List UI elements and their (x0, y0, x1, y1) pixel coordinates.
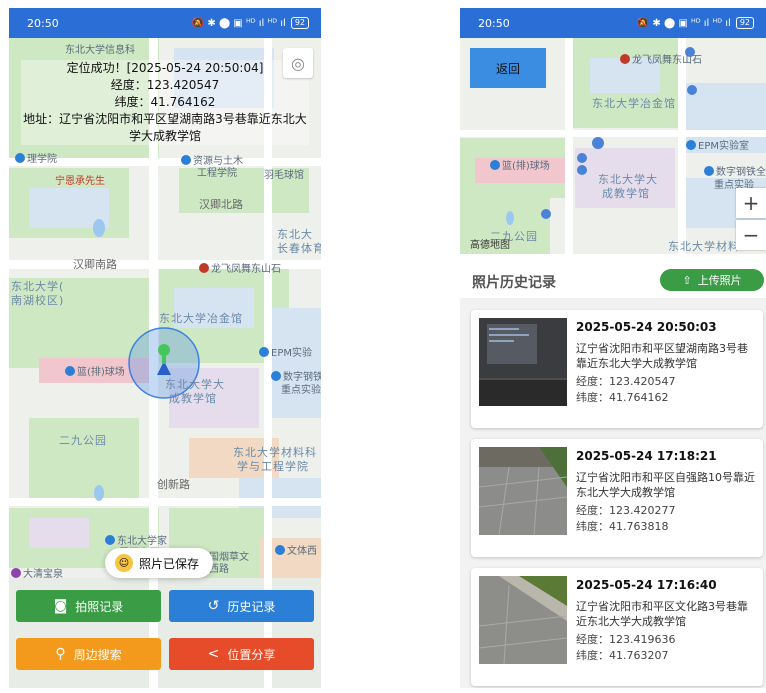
history-record[interactable]: 2025-05-24 17:16:40 辽宁省沈阳市和平区文化路3号巷靠近东北大… (471, 568, 763, 686)
map-label: 羽毛球馆 (264, 170, 304, 181)
poi-icon (704, 166, 714, 176)
map-label: 龙飞凤舞东山石 (199, 260, 281, 275)
status-time: 20:50 (27, 16, 59, 30)
record-time: 2025-05-24 17:18:21 (576, 449, 717, 463)
record-longitude: 经度：123.419636 (576, 633, 676, 646)
map-label: 工程学院 (197, 168, 237, 179)
map-label: 成教学馆 (169, 392, 217, 405)
upload-photo-label: 上传照片 (697, 274, 742, 287)
record-address: 辽宁省沈阳市和平区文化路3号巷靠近东北大学大成教学馆 (576, 600, 748, 628)
history-list[interactable]: 2025-05-24 20:50:03 辽宁省沈阳市和平区望湖南路3号巷靠近东北… (460, 298, 766, 688)
status-bar: 20:50 🔕 ✱ ⬤ ▣ ᴴᴰ ıl ᴴᴰ ıl 92 (9, 8, 321, 38)
status-icons: 🔕 ✱ ⬤ ▣ ᴴᴰ ıl ᴴᴰ ıl (636, 17, 731, 29)
record-longitude: 经度：123.420277 (576, 504, 676, 517)
share-location-label: 位置分享 (227, 647, 276, 662)
nearby-search-label: 周边搜索 (73, 647, 122, 662)
poi-icon (65, 366, 75, 376)
upload-icon: ⇧ (682, 273, 692, 287)
map-label: 南湖校区) (11, 294, 65, 307)
map-label: 篮(排)球场 (490, 157, 550, 172)
toast-message: ☺ 照片已保存 (105, 548, 214, 578)
share-icon: < (207, 646, 220, 662)
history-icon: ↺ (207, 598, 220, 614)
map-label: 大清宝泉 (11, 565, 63, 580)
latitude-text: 纬度：41.764162 (114, 95, 216, 109)
poi-icon (275, 545, 285, 555)
upload-photo-button[interactable]: ⇧ 上传照片 (660, 269, 764, 291)
record-latitude: 纬度：41.764162 (576, 391, 669, 404)
poi-icon (199, 263, 209, 273)
record-longitude: 经度：123.420547 (576, 375, 676, 388)
poi-icon (11, 568, 21, 578)
share-location-button[interactable]: < 位置分享 (169, 638, 314, 670)
target-icon: ◎ (291, 53, 305, 73)
take-photo-button[interactable]: ◙ 拍照记录 (16, 590, 161, 622)
record-time: 2025-05-24 20:50:03 (576, 320, 717, 334)
phone-screen-history: 20:50 🔕 ✱ ⬤ ▣ ᴴᴰ ıl ᴴᴰ ıl 92 返回 龙飞凤舞东山石 … (460, 8, 766, 688)
battery-icon: 92 (735, 17, 754, 29)
record-time: 2025-05-24 17:16:40 (576, 578, 717, 592)
battery-icon: 92 (290, 17, 309, 29)
history-record[interactable]: 2025-05-24 17:18:21 辽宁省沈阳市和平区自强路10号靠近东北大… (471, 439, 763, 557)
map-label: 东北大学材料 (668, 240, 740, 253)
map-label: 学与工程学院 (237, 460, 309, 473)
map-label: 文体西 (275, 542, 317, 557)
history-button[interactable]: ↺ 历史记录 (169, 590, 314, 622)
toast-text: 照片已保存 (139, 556, 200, 571)
smile-emoji-icon: ☺ (115, 554, 133, 572)
photo-thumbnail[interactable] (479, 318, 567, 406)
road-label: 创新路 (157, 478, 190, 491)
map-label: EPM实验室 (686, 137, 749, 152)
poi-icon (15, 153, 25, 163)
status-bar: 20:50 🔕 ✱ ⬤ ▣ ᴴᴰ ıl ᴴᴰ ıl 92 (460, 8, 766, 38)
poi-icon (259, 347, 269, 357)
amap-logo: 高德地图 (470, 240, 510, 251)
record-address: 辽宁省沈阳市和平区望湖南路3号巷靠近东北大学大成教学馆 (576, 342, 748, 370)
poi-icon (490, 160, 500, 170)
zoom-out-button[interactable]: − (736, 220, 766, 250)
map-label: 二九公园 (59, 434, 107, 447)
status-time: 20:50 (478, 16, 510, 30)
camera-icon: ◙ (53, 598, 68, 614)
map-label: 宁恩承先生 (55, 176, 105, 187)
poi-icon (181, 155, 191, 165)
poi-icon (686, 140, 696, 150)
record-latitude: 纬度：41.763207 (576, 649, 669, 662)
map-label: 长春体育 (277, 242, 321, 255)
map-label: 东北大学冶金馆 (159, 312, 243, 325)
phone-screen-location: 20:50 🔕 ✱ ⬤ ▣ ᴴᴰ ıl ᴴᴰ ıl 92 定位成功！[2025-… (9, 8, 321, 688)
photo-thumbnail[interactable] (479, 447, 567, 535)
zoom-in-button[interactable]: + (736, 188, 766, 218)
photo-thumbnail[interactable] (479, 576, 567, 664)
map-label: EPM实验 (259, 344, 312, 359)
status-icons: 🔕 ✱ ⬤ ▣ ᴴᴰ ıl ᴴᴰ ıl (191, 17, 286, 29)
history-map-view[interactable]: 返回 龙飞凤舞东山石 东北大学冶金馆 EPM实验室 篮(排)球场 数字钢铁全 重… (460, 38, 766, 254)
poi-icon (271, 371, 281, 381)
search-icon: ⚲ (55, 646, 66, 662)
address-text: 地址：辽宁省沈阳市和平区望湖南路3号巷靠近东北大学大成教学馆 (23, 112, 307, 143)
road-label: 汉卿北路 (199, 198, 243, 211)
road-label: 汉卿南路 (73, 258, 117, 271)
location-info-panel: 定位成功！[2025-05-24 20:50:04] 经度：123.420547… (21, 60, 309, 145)
longitude-text: 经度：123.420547 (110, 78, 220, 92)
record-latitude: 纬度：41.763818 (576, 520, 669, 533)
locate-button[interactable]: ◎ (283, 48, 313, 78)
map-label: 成教学馆 (602, 187, 650, 200)
history-title: 照片历史记录 (472, 275, 556, 291)
history-label: 历史记录 (227, 599, 276, 614)
map-label: 东北大学信息科 (65, 45, 135, 56)
back-button[interactable]: 返回 (470, 48, 546, 88)
record-address: 辽宁省沈阳市和平区自强路10号靠近东北大学大成教学馆 (576, 471, 755, 499)
poi-icon (620, 54, 630, 64)
take-photo-label: 拍照记录 (75, 599, 124, 614)
map-label: 东北大学冶金馆 (592, 97, 676, 110)
map-label: 篮(排)球场 (65, 363, 125, 378)
history-record[interactable]: 2025-05-24 20:50:03 辽宁省沈阳市和平区望湖南路3号巷靠近东北… (471, 310, 763, 428)
nearby-search-button[interactable]: ⚲ 周边搜索 (16, 638, 161, 670)
map-label: 龙飞凤舞东山石 (620, 51, 702, 66)
map-label: 理学院 (15, 150, 57, 165)
poi-icon (105, 535, 115, 545)
location-status: 定位成功！[2025-05-24 20:50:04] (66, 61, 264, 75)
map-label: 重点实验 (281, 385, 321, 396)
